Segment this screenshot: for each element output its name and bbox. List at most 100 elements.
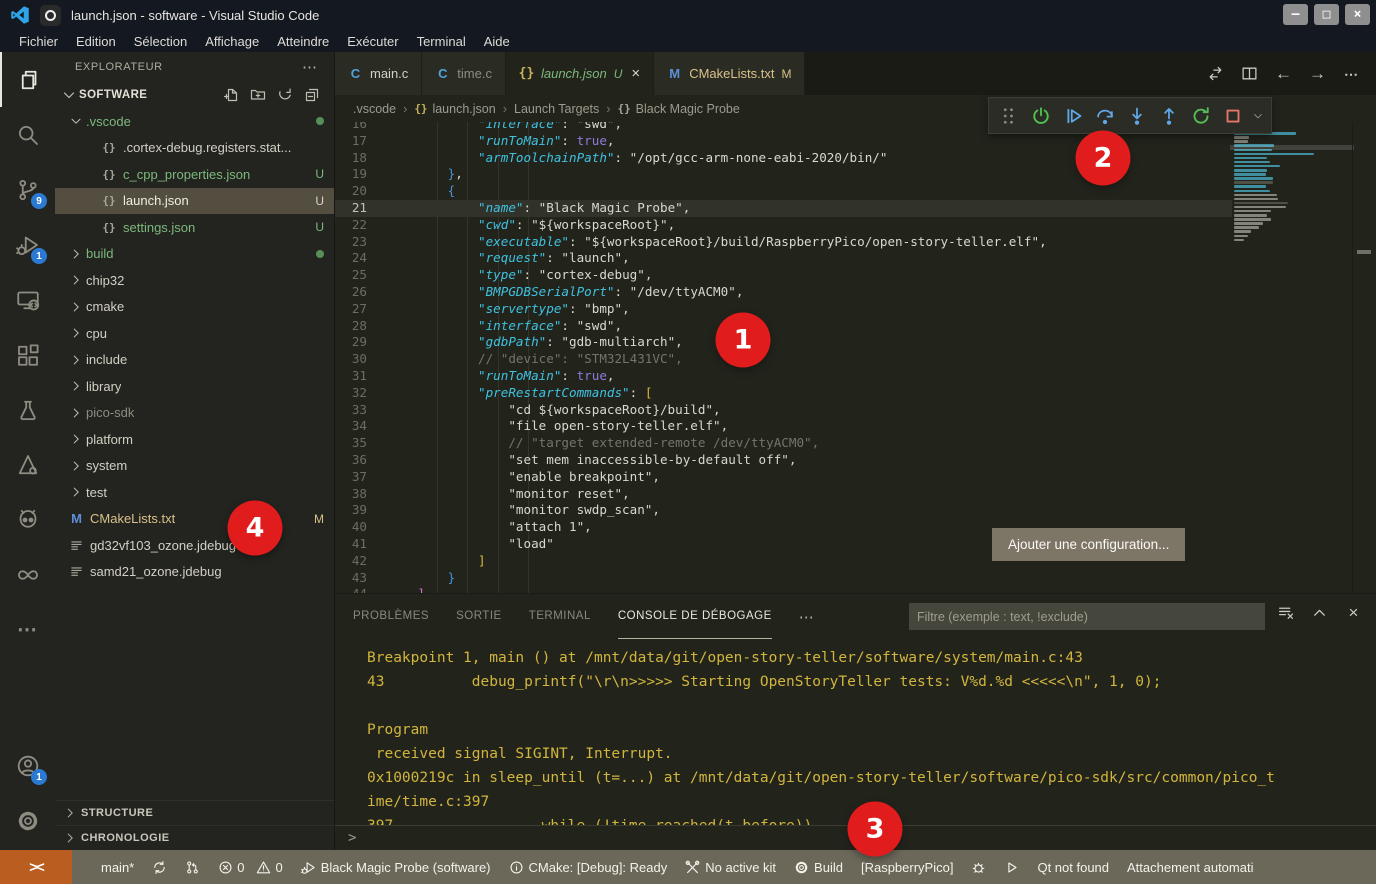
clear-console-icon[interactable] [1277, 604, 1294, 621]
status-remote-indicator[interactable]: >< [0, 850, 72, 884]
breadcrumb-item-launch-json[interactable]: {}launch.json [414, 102, 495, 116]
activity-item-explorer[interactable] [0, 52, 55, 107]
activity-item-extensions[interactable] [0, 327, 55, 382]
panel-tab-probl-mes[interactable]: PROBLÈMES [353, 594, 429, 639]
status-auto-attach[interactable]: Attachement automati [1118, 860, 1262, 875]
activity-item-more-views[interactable]: ⋯ [0, 602, 55, 657]
tree-item-build[interactable]: build [55, 241, 334, 268]
debug-continue-button[interactable] [1059, 102, 1087, 130]
debug-stop-button[interactable] [1219, 102, 1247, 130]
add-configuration-button[interactable]: Ajouter une configuration... [992, 528, 1185, 561]
workspace-section-header[interactable]: SOFTWARE [55, 82, 334, 108]
status-launch[interactable] [995, 860, 1028, 875]
status-build[interactable]: Build [785, 860, 852, 875]
tab-time-c[interactable]: Ctime.c [422, 52, 506, 95]
tree-item-launch-json[interactable]: {}launch.jsonU [55, 188, 334, 215]
activity-item-testing[interactable] [0, 382, 55, 437]
breadcrumb-item-black-magic-probe[interactable]: {}Black Magic Probe [618, 102, 740, 116]
activity-item-platformio[interactable] [0, 492, 55, 547]
new-file-icon[interactable] [223, 87, 239, 103]
section-chronologie[interactable]: CHRONOLOGIE [55, 825, 334, 850]
menu-atteindre[interactable]: Atteindre [268, 34, 338, 49]
views-actions-icon[interactable]: ⋯ [302, 58, 318, 76]
status-problems[interactable]: 00 [209, 860, 291, 875]
chevron-up-icon[interactable] [1311, 604, 1328, 621]
tab-close-icon[interactable]: × [631, 65, 640, 82]
debug-expand-button[interactable] [1251, 102, 1265, 130]
open-changes-icon[interactable] [1207, 65, 1224, 82]
activity-item-search[interactable] [0, 107, 55, 162]
status-sync[interactable] [143, 860, 176, 875]
tree-item-platform[interactable]: platform [55, 426, 334, 453]
status-qt-status[interactable]: Qt not found [1028, 860, 1118, 875]
status-debug-target[interactable]: Black Magic Probe (software) [292, 860, 500, 875]
tree-item-cmake[interactable]: cmake [55, 294, 334, 321]
close-button[interactable]: × [1345, 4, 1370, 25]
debug-step-into-button[interactable] [1123, 102, 1151, 130]
activity-item-cmake-tools[interactable] [0, 437, 55, 492]
menu-edition[interactable]: Edition [67, 34, 125, 49]
tree-item-include[interactable]: include [55, 347, 334, 374]
status-active-kit[interactable]: No active kit [676, 860, 785, 875]
tree-item-settings-json[interactable]: {}settings.jsonU [55, 214, 334, 241]
refresh-icon[interactable] [277, 87, 293, 103]
ellipsis-icon[interactable]: ⋯ [1343, 65, 1360, 82]
tree-item--vscode[interactable]: .vscode [55, 108, 334, 135]
arrow-right-icon[interactable]: → [1309, 65, 1326, 82]
tree-item-cmakelists-txt[interactable]: MCMakeLists.txtM [55, 506, 334, 533]
menu-fichier[interactable]: Fichier [10, 34, 67, 49]
menu-terminal[interactable]: Terminal [408, 34, 475, 49]
split-icon[interactable] [1241, 65, 1258, 82]
activity-item-settings[interactable] [0, 793, 55, 848]
minimize-button[interactable]: – [1283, 4, 1308, 25]
status-debug[interactable] [962, 860, 995, 875]
menu-sélection[interactable]: Sélection [125, 34, 196, 49]
line-number: 30 [335, 351, 387, 368]
activity-item-source-control[interactable]: 9 [0, 162, 55, 217]
status-git-branch[interactable]: main* [72, 860, 143, 875]
breadcrumb-item-launch-targets[interactable]: Launch Targets [514, 102, 599, 116]
tree-item-pico-sdk[interactable]: pico-sdk [55, 400, 334, 427]
activity-item-makefile-tools[interactable] [0, 547, 55, 602]
activity-item-remote-explorer[interactable] [0, 272, 55, 327]
arrow-left-icon[interactable]: ← [1275, 65, 1292, 82]
debug-step-over-button[interactable] [1091, 102, 1119, 130]
tree-item-gd32vf103-ozone-jdebug[interactable]: gd32vf103_ozone.jdebug [55, 532, 334, 559]
panel-more-icon[interactable]: ⋯ [799, 608, 815, 626]
panel-tab-console-de-d-bogage[interactable]: CONSOLE DE DÉBOGAGE [618, 594, 772, 639]
scrollbar[interactable] [1352, 122, 1376, 593]
new-folder-icon[interactable] [250, 87, 266, 103]
debug-console-filter-input[interactable] [909, 603, 1265, 630]
minimap[interactable] [1234, 124, 1350, 243]
tree-item-samd21-ozone-jdebug[interactable]: samd21_ozone.jdebug [55, 559, 334, 586]
tree-item-test[interactable]: test [55, 479, 334, 506]
tab-main-c[interactable]: Cmain.c [335, 52, 422, 95]
activity-item-accounts[interactable]: 1 [0, 738, 55, 793]
status-cmake-status[interactable]: CMake: [Debug]: Ready [500, 860, 677, 875]
maximize-button[interactable]: □ [1314, 4, 1339, 25]
debug-restart-button[interactable] [1187, 102, 1215, 130]
tree-item--cortex-debug-registers-stat-[interactable]: {}.cortex-debug.registers.stat... [55, 135, 334, 162]
debug-power-button[interactable] [1027, 102, 1055, 130]
tree-item-chip32[interactable]: chip32 [55, 267, 334, 294]
tree-item-cpu[interactable]: cpu [55, 320, 334, 347]
breadcrumb-item--vscode[interactable]: .vscode [353, 102, 396, 116]
panel-tab-terminal[interactable]: TERMINAL [529, 594, 591, 639]
menu-aide[interactable]: Aide [475, 34, 519, 49]
tab-cmakelists-txt[interactable]: MCMakeLists.txtM [654, 52, 805, 95]
code-editor[interactable]: 16 "interface": "swd",17 "runToMain": tr… [335, 122, 1376, 593]
tree-item-library[interactable]: library [55, 373, 334, 400]
section-structure[interactable]: STRUCTURE [55, 800, 334, 825]
close-icon[interactable]: × [1345, 604, 1362, 621]
debug-step-out-button[interactable] [1155, 102, 1183, 130]
menu-affichage[interactable]: Affichage [196, 34, 268, 49]
tree-item-c-cpp-properties-json[interactable]: {}c_cpp_properties.jsonU [55, 161, 334, 188]
tab-launch-json[interactable]: {}launch.jsonU× [506, 52, 654, 95]
menu-exécuter[interactable]: Exécuter [338, 34, 407, 49]
collapse-all-icon[interactable] [304, 87, 320, 103]
status-compare-changes[interactable] [176, 860, 209, 875]
tree-item-system[interactable]: system [55, 453, 334, 480]
activity-item-run-and-debug[interactable]: 1 [0, 217, 55, 272]
panel-tab-sortie[interactable]: SORTIE [456, 594, 502, 639]
status-variant[interactable]: [RaspberryPico] [852, 860, 962, 875]
